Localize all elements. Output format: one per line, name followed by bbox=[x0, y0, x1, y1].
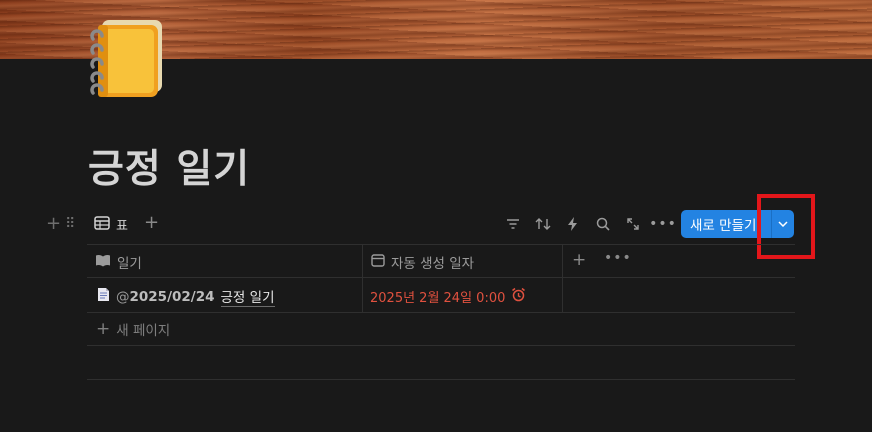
plus-icon: + bbox=[96, 319, 111, 339]
table-border-top bbox=[87, 244, 795, 245]
column-label: 일기 bbox=[117, 256, 142, 272]
new-page-button[interactable]: + 새 페이지 bbox=[96, 319, 171, 340]
row-title[interactable]: 긍정 일기 bbox=[220, 286, 275, 307]
calendar-icon bbox=[371, 253, 385, 271]
column-header-created[interactable]: 자동 생성 일자 bbox=[371, 252, 474, 272]
table-row[interactable]: @2025/02/24 긍정 일기 bbox=[97, 286, 275, 307]
column-label: 자동 생성 일자 bbox=[391, 256, 475, 272]
notebook-icon[interactable] bbox=[86, 16, 168, 98]
table-icon bbox=[94, 215, 110, 234]
search-icon[interactable] bbox=[588, 213, 618, 235]
more-icon[interactable]: ••• bbox=[604, 250, 632, 266]
created-time-value: 2025년 2월 24일 0:00 bbox=[370, 291, 506, 306]
table-header-divider bbox=[87, 277, 795, 278]
tab-table-view[interactable]: 표 bbox=[94, 213, 128, 235]
table-row-divider bbox=[87, 312, 795, 313]
document-icon bbox=[97, 287, 110, 306]
page-title[interactable]: 긍정 일기 bbox=[88, 138, 250, 194]
column-divider bbox=[562, 244, 563, 312]
table-new-row-divider bbox=[87, 345, 795, 346]
automation-icon[interactable] bbox=[558, 213, 588, 235]
block-controls: + ⠿ bbox=[46, 214, 75, 234]
table-border-bottom bbox=[87, 379, 795, 380]
book-icon bbox=[95, 254, 111, 271]
tab-label: 표 bbox=[116, 218, 128, 234]
drag-handle-icon[interactable]: ⠿ bbox=[65, 214, 75, 234]
add-property-icon[interactable]: + bbox=[572, 250, 586, 270]
new-page-label: 새 페이지 bbox=[116, 323, 171, 339]
alarm-clock-icon bbox=[511, 287, 526, 306]
created-time-cell[interactable]: 2025년 2월 24일 0:00 bbox=[370, 287, 526, 306]
add-block-icon[interactable]: + bbox=[46, 214, 61, 234]
expand-icon[interactable] bbox=[618, 213, 648, 235]
add-view-icon[interactable]: + bbox=[144, 212, 159, 234]
filter-icon[interactable] bbox=[498, 213, 528, 235]
mention-prefix: @ bbox=[116, 288, 130, 305]
column-divider bbox=[362, 244, 363, 312]
database-toolbar: ••• bbox=[498, 213, 678, 235]
mention-date: 2025/02/24 bbox=[129, 288, 215, 305]
date-mention[interactable]: @2025/02/24 bbox=[116, 289, 215, 305]
highlight-box bbox=[757, 194, 815, 259]
more-icon[interactable]: ••• bbox=[648, 213, 678, 235]
column-header-diary[interactable]: 일기 bbox=[95, 252, 142, 272]
sort-icon[interactable] bbox=[528, 213, 558, 235]
